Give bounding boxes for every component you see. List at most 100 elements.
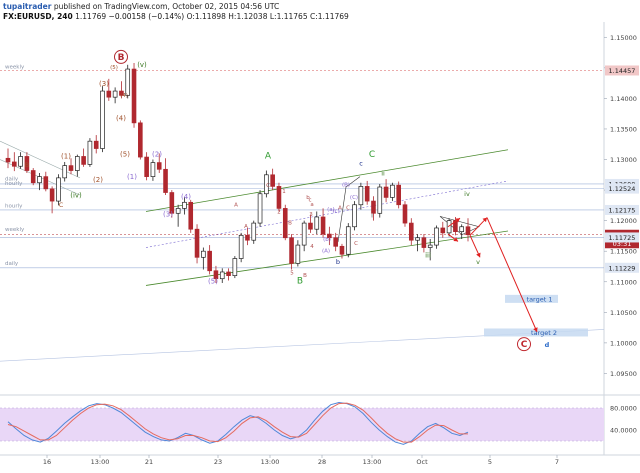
minor-wave-label: A <box>244 224 248 230</box>
wave-label: C <box>59 201 64 209</box>
eurusd-chart[interactable]: weeklydailyhourlyhourlyweeklydailytarget… <box>0 0 640 473</box>
time-tick-label: Oct <box>416 458 428 466</box>
candle-body <box>434 227 439 246</box>
price-tick-label: 1.15000 <box>610 34 637 42</box>
candle-body <box>150 162 156 177</box>
candle-body <box>459 226 465 232</box>
target-label: target 1 <box>527 295 553 303</box>
wave-label: v <box>476 258 480 266</box>
candle-body <box>383 186 389 198</box>
wave-label: B <box>118 53 125 63</box>
wave-label: (5) <box>208 278 218 286</box>
candle-body <box>333 237 338 247</box>
minor-wave-label: 3 <box>309 212 313 218</box>
minor-wave-label: 2 <box>277 209 281 215</box>
candle-body <box>37 176 42 184</box>
minor-wave-label: C <box>354 241 358 247</box>
candle-body <box>81 156 86 165</box>
candle-body <box>144 156 149 177</box>
wave-label: (4) <box>116 114 126 122</box>
candle-body <box>182 201 187 209</box>
osc-tick-label: 40.0000 <box>610 427 637 435</box>
price-tag-label: 1.12175 <box>609 206 636 214</box>
wave-label: d <box>545 341 550 349</box>
candle-body <box>93 140 99 149</box>
minor-wave-label: 4 <box>310 244 314 250</box>
price-tick-label: 1.14000 <box>610 95 637 103</box>
level-label: hourly <box>5 204 23 210</box>
candle-body <box>257 193 263 224</box>
time-tick-label: 23 <box>214 458 222 466</box>
level-label: hourly <box>5 181 23 187</box>
minor-wave-label: (5) <box>110 65 118 71</box>
candle-body <box>339 245 345 255</box>
candle-body <box>396 184 401 206</box>
candle-body <box>188 201 194 230</box>
minor-wave-label: A <box>234 203 238 209</box>
channel-upper-line <box>145 149 509 212</box>
candle-body <box>75 156 80 171</box>
wave-label: C <box>521 340 528 350</box>
candle-body <box>62 165 68 179</box>
level-label: weekly <box>5 64 25 70</box>
price-tag-label: 1.14457 <box>609 67 636 75</box>
wave-label: iv <box>464 190 470 198</box>
price-tick-label: 1.13000 <box>610 156 637 164</box>
price-tick-label: 1.10000 <box>610 339 637 347</box>
wave-label: A <box>265 151 272 161</box>
wave-label: i <box>371 212 373 220</box>
minor-wave-label: (b) <box>323 237 331 243</box>
time-tick-label: 13:00 <box>261 458 280 466</box>
candle-body <box>226 271 231 276</box>
wave-label: (2) <box>93 176 103 184</box>
candle-body <box>56 177 61 202</box>
wave-label: c <box>359 160 363 168</box>
candle-body <box>421 237 427 248</box>
time-axis: 16 13:00 21 23 13:00 28 13:00 Oct 5 7 <box>43 455 559 466</box>
candle-body <box>207 250 212 272</box>
wave-label: b <box>336 258 340 266</box>
candle-body <box>301 222 307 246</box>
minor-wave-label: B <box>288 220 292 226</box>
candle-body <box>201 250 206 258</box>
candle-body <box>5 157 11 163</box>
price-tick-label: 1.11500 <box>610 248 637 256</box>
candle-body <box>390 184 395 198</box>
candle-body <box>282 208 288 239</box>
wave-label: (1) <box>127 173 137 181</box>
time-tick-label: 5 <box>488 458 492 466</box>
drawing-layer: target 1target 2 <box>0 140 605 362</box>
candle-body <box>175 208 181 214</box>
price-tick-label: 1.09500 <box>610 370 637 378</box>
candle-body <box>295 244 301 264</box>
candle-body <box>251 222 257 241</box>
candle-body <box>232 258 238 276</box>
osc-tick-label: 80.0000 <box>610 405 637 413</box>
candle-body <box>427 244 433 248</box>
candle-body <box>465 226 471 236</box>
candle-body <box>377 186 383 214</box>
wave-label: (1) <box>61 152 71 160</box>
time-tick-label: 13:00 <box>91 458 110 466</box>
candle-body <box>440 227 446 234</box>
level-label: daily <box>5 261 19 267</box>
candle-body <box>345 226 351 255</box>
price-tag-label: 1.11229 <box>609 264 636 272</box>
minor-wave-label: (C) <box>350 195 358 201</box>
candle-body <box>358 186 364 206</box>
minor-wave-label: B <box>303 273 307 279</box>
wave-label: (5) <box>120 150 130 158</box>
candle-body <box>138 122 143 158</box>
wave-label: iii <box>425 251 431 259</box>
wave-label: ii <box>381 169 385 177</box>
candle-body <box>112 90 118 98</box>
minor-wave-label: (4) <box>120 93 128 99</box>
candle-body <box>125 68 131 96</box>
candle-body <box>156 162 162 170</box>
time-tick-label: 7 <box>555 458 559 466</box>
candle-body <box>238 234 244 259</box>
price-tag-label: 1.12524 <box>609 185 636 193</box>
candle-body <box>364 186 370 202</box>
candles-group <box>5 62 471 283</box>
minor-wave-label: C <box>266 183 270 189</box>
